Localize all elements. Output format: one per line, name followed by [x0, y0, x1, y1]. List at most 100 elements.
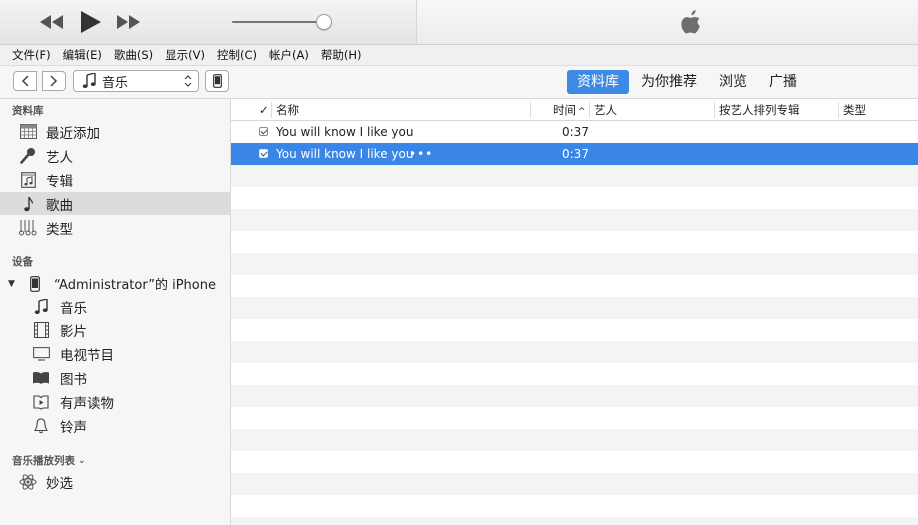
- sidebar-item-label: 妙选: [46, 475, 73, 492]
- table-row[interactable]: You will know I like you 0:37: [231, 121, 918, 143]
- library-section-title: 资料库: [12, 105, 44, 117]
- previous-track-button[interactable]: [38, 9, 66, 35]
- menu-controls[interactable]: 控制(C): [211, 47, 263, 63]
- sidebar-item-label: 艺人: [46, 149, 73, 166]
- song-list: ✓ 名称 时间 ^ 艺人 按艺人排列专辑 类型 You will know I l…: [231, 99, 918, 525]
- column-divider: [271, 102, 272, 118]
- column-album-by-artist[interactable]: 按艺人排列专辑: [719, 99, 800, 121]
- tab-library[interactable]: 资料库: [567, 70, 629, 94]
- row-checkbox[interactable]: [259, 149, 268, 158]
- row-checkbox[interactable]: [259, 127, 268, 136]
- music-note-icon: [82, 73, 96, 88]
- column-divider: [530, 102, 531, 118]
- empty-row: [231, 231, 918, 253]
- playlists-section-label: 音乐播放列表: [12, 455, 75, 467]
- menu-song[interactable]: 歌曲(S): [108, 47, 159, 63]
- empty-row: [231, 253, 918, 275]
- volume-slider[interactable]: [232, 14, 332, 30]
- player-bar: [0, 0, 918, 45]
- column-time-label: 时间: [553, 103, 576, 117]
- film-icon: [32, 321, 50, 339]
- empty-row: [231, 517, 918, 525]
- iphone-icon: [212, 74, 222, 88]
- tab-browse[interactable]: 浏览: [709, 70, 757, 94]
- sidebar-device-iphone[interactable]: ▼ “Administrator”的 iPhone: [0, 272, 230, 295]
- disclosure-triangle-icon[interactable]: ▼: [8, 279, 16, 289]
- column-name[interactable]: 名称: [276, 99, 299, 121]
- sidebar-item-albums[interactable]: 专辑: [0, 168, 230, 191]
- book-icon: [32, 369, 50, 387]
- menu-view[interactable]: 显示(V): [159, 47, 211, 63]
- sidebar-item-label: 歌曲: [46, 197, 73, 214]
- music-note-icon: [19, 195, 37, 213]
- device-name: “Administrator”的 iPhone: [54, 278, 216, 293]
- next-track-button[interactable]: [114, 9, 142, 35]
- song-name: You will know I like you: [276, 147, 414, 161]
- bell-icon: [32, 417, 50, 435]
- empty-row: [231, 165, 918, 187]
- empty-row: [231, 495, 918, 517]
- sidebar-item-label: 铃声: [60, 419, 87, 436]
- sidebar-item-genius[interactable]: 妙选: [0, 470, 230, 493]
- forward-button[interactable]: [42, 71, 66, 91]
- menu-help[interactable]: 帮助(H): [315, 47, 368, 63]
- chevron-left-icon: [21, 75, 29, 87]
- empty-row: [231, 275, 918, 297]
- rewind-icon: [40, 15, 63, 29]
- empty-row: [231, 319, 918, 341]
- column-artist[interactable]: 艺人: [594, 99, 617, 121]
- sort-ascending-icon: ^: [578, 107, 586, 117]
- column-header: ✓ 名称 时间 ^ 艺人 按艺人排列专辑 类型: [231, 99, 918, 121]
- sidebar-item-artists[interactable]: 艺人: [0, 144, 230, 167]
- sidebar-item-songs[interactable]: 歌曲: [0, 192, 230, 215]
- volume-track: [232, 21, 328, 23]
- column-divider: [714, 102, 715, 118]
- sidebar-item-label: 影片: [60, 323, 87, 340]
- empty-row: [231, 363, 918, 385]
- play-button[interactable]: [78, 9, 104, 35]
- sidebar-item-device-books[interactable]: 图书: [0, 366, 230, 389]
- sidebar-item-device-ringtones[interactable]: 铃声: [0, 414, 230, 437]
- column-divider: [589, 102, 590, 118]
- sidebar-item-device-tv-shows[interactable]: 电视节目: [0, 342, 230, 365]
- sidebar-item-label: 电视节目: [60, 347, 114, 364]
- sidebar-item-label: 音乐: [60, 300, 87, 317]
- chevron-right-icon: [50, 75, 58, 87]
- menu-file[interactable]: 文件(F): [0, 47, 57, 63]
- microphone-icon: [19, 147, 37, 165]
- table-row-selected[interactable]: You will know I like you ••• 0:37: [231, 143, 918, 165]
- device-button[interactable]: [205, 70, 229, 92]
- sidebar-item-device-music[interactable]: 音乐: [0, 295, 230, 318]
- back-button[interactable]: [13, 71, 37, 91]
- tab-radio[interactable]: 广播: [759, 70, 807, 94]
- album-icon: [19, 171, 37, 189]
- iphone-icon: [26, 275, 44, 293]
- column-time[interactable]: 时间 ^: [553, 99, 586, 121]
- sidebar-item-genres[interactable]: 类型: [0, 216, 230, 239]
- column-check[interactable]: ✓: [259, 99, 269, 121]
- column-genre[interactable]: 类型: [843, 99, 866, 121]
- tab-for-you[interactable]: 为你推荐: [631, 70, 707, 94]
- sidebar-item-recently-added[interactable]: 最近添加: [0, 120, 230, 143]
- more-options-button[interactable]: •••: [409, 143, 433, 165]
- apple-logo-icon: [681, 10, 700, 34]
- sidebar-item-label: 类型: [46, 221, 73, 238]
- music-note-icon: [32, 298, 50, 316]
- menu-edit[interactable]: 编辑(E): [57, 47, 108, 63]
- empty-row: [231, 341, 918, 363]
- up-down-chevron-icon: [184, 75, 192, 87]
- song-time: 0:37: [562, 147, 589, 161]
- empty-row: [231, 429, 918, 451]
- empty-row: [231, 187, 918, 209]
- sidebar-item-device-movies[interactable]: 影片: [0, 318, 230, 341]
- sidebar-item-label: 最近添加: [46, 125, 100, 142]
- volume-knob[interactable]: [316, 14, 332, 30]
- sidebar-item-label: 专辑: [46, 173, 73, 190]
- media-type-select[interactable]: 音乐: [73, 70, 199, 92]
- playlists-section-title[interactable]: 音乐播放列表 ⌄: [12, 453, 86, 468]
- sidebar-item-device-audiobooks[interactable]: 有声读物: [0, 390, 230, 413]
- song-name: You will know I like you: [276, 125, 414, 139]
- view-tabs: 资料库 为你推荐 浏览 广播: [567, 70, 809, 94]
- menu-account[interactable]: 帐户(A): [263, 47, 315, 63]
- fast-forward-icon: [117, 15, 140, 29]
